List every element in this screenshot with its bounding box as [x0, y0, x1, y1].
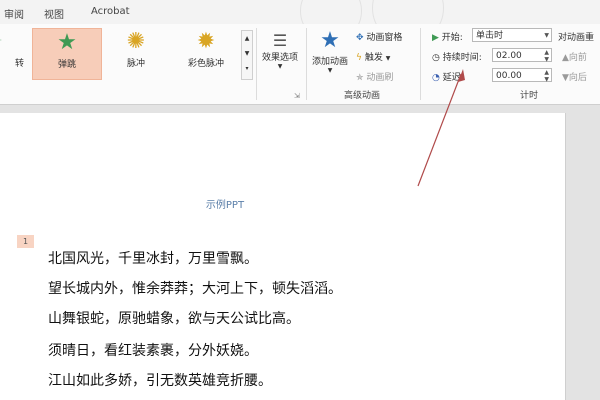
arrow-head-icon: [458, 69, 465, 82]
annotation-arrow: [417, 69, 465, 187]
arrow-line: [417, 73, 462, 187]
